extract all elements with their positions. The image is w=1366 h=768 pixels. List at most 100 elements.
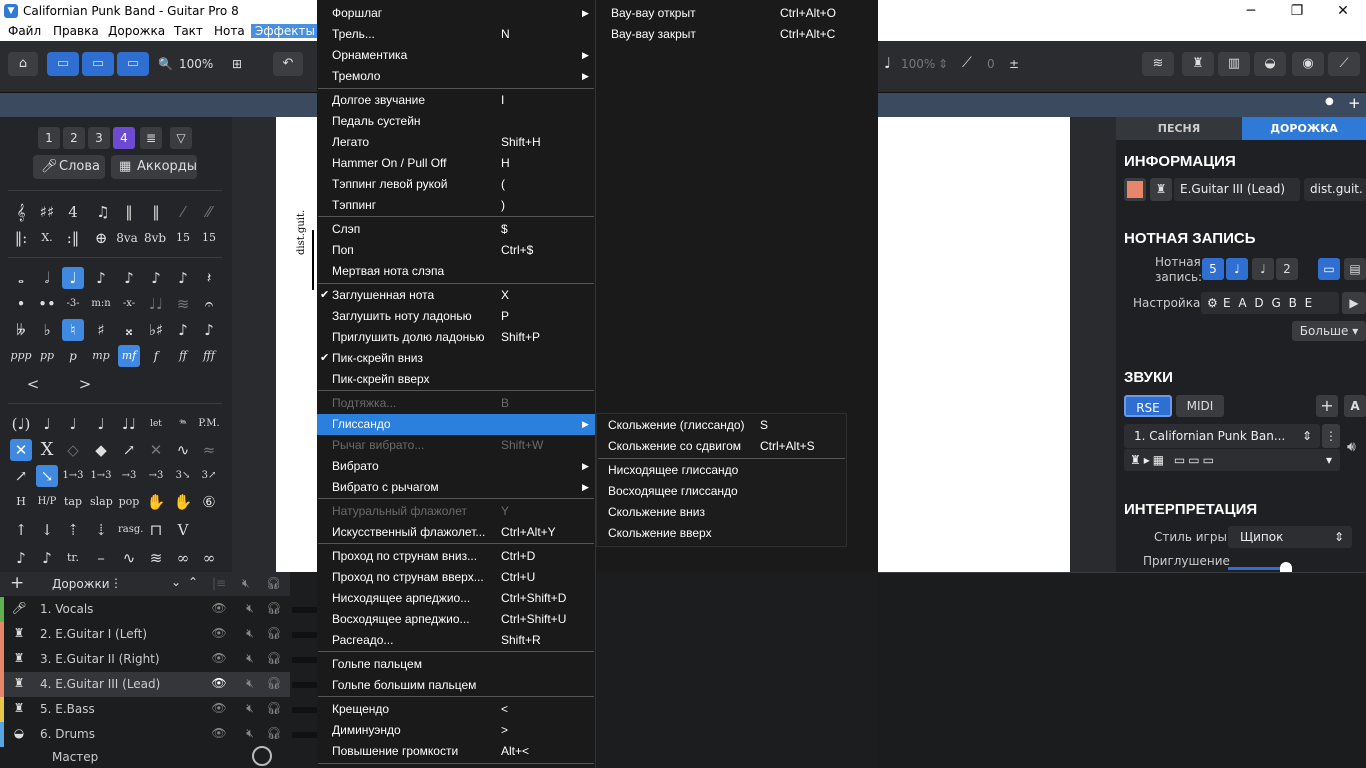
hammer-pull-icon[interactable]: H/P (36, 491, 58, 513)
filled-diamond-icon[interactable]: ◆ (90, 439, 112, 461)
menu-item-гольпе-большим-пальцем[interactable]: Гольпе большим пальцем (317, 675, 595, 696)
decrescendo-icon[interactable]: > (62, 373, 108, 395)
coda-icon[interactable]: ⊕ (90, 227, 112, 249)
vibrato-wide-icon[interactable]: ≈ (198, 439, 220, 461)
tremolo-icon[interactable]: ≋ (172, 293, 194, 315)
tuner-icon[interactable]: ⟋ (1328, 52, 1360, 76)
slide-selected-icon[interactable]: ↘ (36, 465, 58, 487)
menu-item-скольжение-вверх[interactable]: Скольжение вверх (597, 523, 846, 544)
pop-icon[interactable]: pop (118, 491, 140, 513)
track-bar-segment[interactable] (292, 632, 318, 638)
dynamic-mf-icon[interactable]: mf (118, 345, 140, 367)
mute-icon[interactable]: 🔇︎ (242, 651, 258, 667)
track-bar-segment[interactable] (292, 707, 318, 713)
dynamic-ppp-icon[interactable]: ppp (10, 345, 32, 367)
mute-slider-handle[interactable] (1280, 562, 1292, 572)
menu-item-восходящее-арпеджио[interactable]: Восходящее арпеджио... Ctrl+Shift+U (317, 609, 595, 630)
key-signature-icon[interactable]: ♯♯ (36, 201, 58, 223)
double-flat-icon[interactable]: 𝄫 (10, 319, 32, 341)
menu-item-поп[interactable]: Поп Ctrl+$ (317, 240, 595, 261)
menu-item-нисходящее-глиссандо[interactable]: Нисходящее глиссандо (597, 460, 846, 481)
menu-note[interactable]: Нота (214, 24, 245, 38)
tuplet-custom-icon[interactable]: -x- (118, 293, 140, 315)
sharp-icon[interactable]: ♯ (90, 319, 112, 341)
slap-icon[interactable]: slap (90, 491, 113, 513)
arpeggio-up-icon[interactable]: ⇡ (62, 519, 84, 541)
staff-options-icon[interactable]: ≣ (140, 127, 162, 149)
rhythm-notation-icon[interactable]: ♩ (1252, 258, 1274, 280)
new-tab-icon[interactable]: + (1348, 94, 1361, 112)
turn-icon[interactable]: ∞ (172, 547, 194, 569)
menu-item-нисходящее-арпеджио[interactable]: Нисходящее арпеджио... Ctrl+Shift+D (317, 588, 595, 609)
muted-note-icon[interactable]: X (36, 439, 58, 461)
eye-icon[interactable]: 👁︎ (211, 626, 227, 642)
grid-view-icon[interactable]: ⊞ (232, 57, 242, 71)
quindicesima-alta-icon[interactable]: 15 (172, 227, 194, 249)
slide-in-icon[interactable]: →3 (118, 465, 140, 487)
menu-item-скольжение-глиссандо[interactable]: Скольжение (глиссандо) S (597, 415, 846, 436)
track-row[interactable]: ♜ 2. E.Guitar I (Left) 👁︎ 🔇︎ 🎧︎ (0, 622, 290, 647)
triplet-feel-icon[interactable]: ♫ (92, 201, 114, 223)
menu-item-заглушить-ноту-ладонью[interactable]: Заглушить ноту ладонью P (317, 306, 595, 327)
tremolo-picking-icon[interactable]: – (90, 547, 112, 569)
dynamic-p-icon[interactable]: p (62, 345, 84, 367)
pick-stepper-icon[interactable]: ± (1009, 57, 1019, 71)
slide-in-above-icon[interactable]: →3 (145, 465, 167, 487)
slide-out-down-icon[interactable]: 3↘ (172, 465, 194, 487)
sixteenth-note-icon[interactable]: ♪ (118, 267, 140, 289)
wide-vibrato-icon[interactable]: ≋ (145, 547, 167, 569)
dynamic-fff-icon[interactable]: fff (198, 345, 220, 367)
double-bar-icon[interactable]: ‖ (118, 201, 140, 223)
short-name-field[interactable]: dist.guit. (1304, 178, 1366, 201)
menu-item-мертвая-нота-слэпа[interactable]: Мертвая нота слэпа (317, 261, 595, 282)
tuplet-mn-icon[interactable]: m:n (90, 293, 112, 315)
collapse-down-icon[interactable]: ⌄ (171, 575, 181, 589)
double-sharp-icon[interactable]: 𝄪 (118, 319, 140, 341)
standard-notation-icon[interactable]: ♩ (1226, 258, 1248, 280)
sixty-fourth-note-icon[interactable]: ♪ (172, 267, 194, 289)
mute-icon[interactable]: 🔇︎ (242, 726, 258, 742)
menu-item-вибрато-с-рычагом[interactable]: Вибрато с рычагом ▶ (317, 477, 595, 498)
menu-item-форшлаг[interactable]: Форшлаг ▶ (317, 3, 595, 24)
stroke-up-icon[interactable]: ↑ (10, 519, 32, 541)
trill-icon[interactable]: tr. (62, 547, 84, 569)
track-bar-segment[interactable] (292, 657, 318, 663)
voice-1-button[interactable]: 1 (38, 127, 60, 149)
menu-effects[interactable]: Эффекты (251, 24, 319, 38)
more-button[interactable]: Больше ▾ (1292, 321, 1366, 341)
clef-icon[interactable]: 𝄞 (10, 201, 32, 223)
dynamic-mp-icon[interactable]: mp (90, 345, 112, 367)
ottava-icon[interactable]: 8va (116, 227, 138, 249)
mute-icon[interactable]: 🔇︎ (242, 626, 258, 642)
dotted-note-icon[interactable]: • (10, 293, 32, 315)
track-name-field[interactable]: E.Guitar III (Lead) (1174, 178, 1300, 201)
menu-item-вибрато[interactable]: Вибрато ▶ (317, 456, 595, 477)
restore-icon[interactable]: ❐ (1274, 0, 1320, 23)
arpeggio-down-icon[interactable]: ⇣ (90, 519, 112, 541)
menu-item-легато[interactable]: Легато Shift+H (317, 132, 595, 153)
tab-track[interactable]: ДОРОЖКА (1242, 117, 1366, 140)
single-staff-icon[interactable]: ▭ (1318, 258, 1340, 280)
inverted-turn-icon[interactable]: ∞ (198, 547, 220, 569)
tied-notes-icon[interactable]: ♩♩ (118, 413, 140, 435)
layout-center-icon[interactable]: ▭ (82, 52, 114, 76)
volume-spinner-icon[interactable]: ⇕ (938, 57, 948, 71)
pick-icon[interactable]: ⟋ (962, 55, 972, 71)
menu-item-тэппинг-левой-рукой[interactable]: Тэппинг левой рукой ( (317, 174, 595, 195)
menu-item-скольжение-со-сдвигом[interactable]: Скольжение со сдвигом Ctrl+Alt+S (597, 436, 846, 457)
menu-item-педаль-сустейн[interactable]: Педаль сустейн (317, 111, 595, 132)
ghost-note-icon[interactable]: ♩ (36, 413, 58, 435)
whole-note-icon[interactable]: 𝅝 (10, 267, 32, 289)
menu-item-крещендо[interactable]: Крещендо < (317, 699, 595, 720)
track-row[interactable]: 🎤︎ 1. Vocals 👁︎ 🔇︎ 🎧︎ (0, 597, 290, 622)
natural-icon[interactable]: ♮ (62, 319, 84, 341)
instrument-view-icon[interactable]: ♜ (1182, 52, 1214, 76)
lyrics-button[interactable]: 🎤︎ Слова (33, 155, 105, 179)
tab-notation-icon[interactable]: 5 (1202, 258, 1224, 280)
menu-item-диминуэндо[interactable]: Диминуэндо > (317, 720, 595, 741)
pick-value[interactable]: 0 (987, 57, 995, 71)
pedal-icon[interactable]: 𝆮 (172, 413, 194, 435)
menu-track[interactable]: Дорожка (108, 24, 165, 38)
layout-right-icon[interactable]: ▭ (117, 52, 149, 76)
palm-mute-icon[interactable]: P.M. (198, 413, 220, 435)
